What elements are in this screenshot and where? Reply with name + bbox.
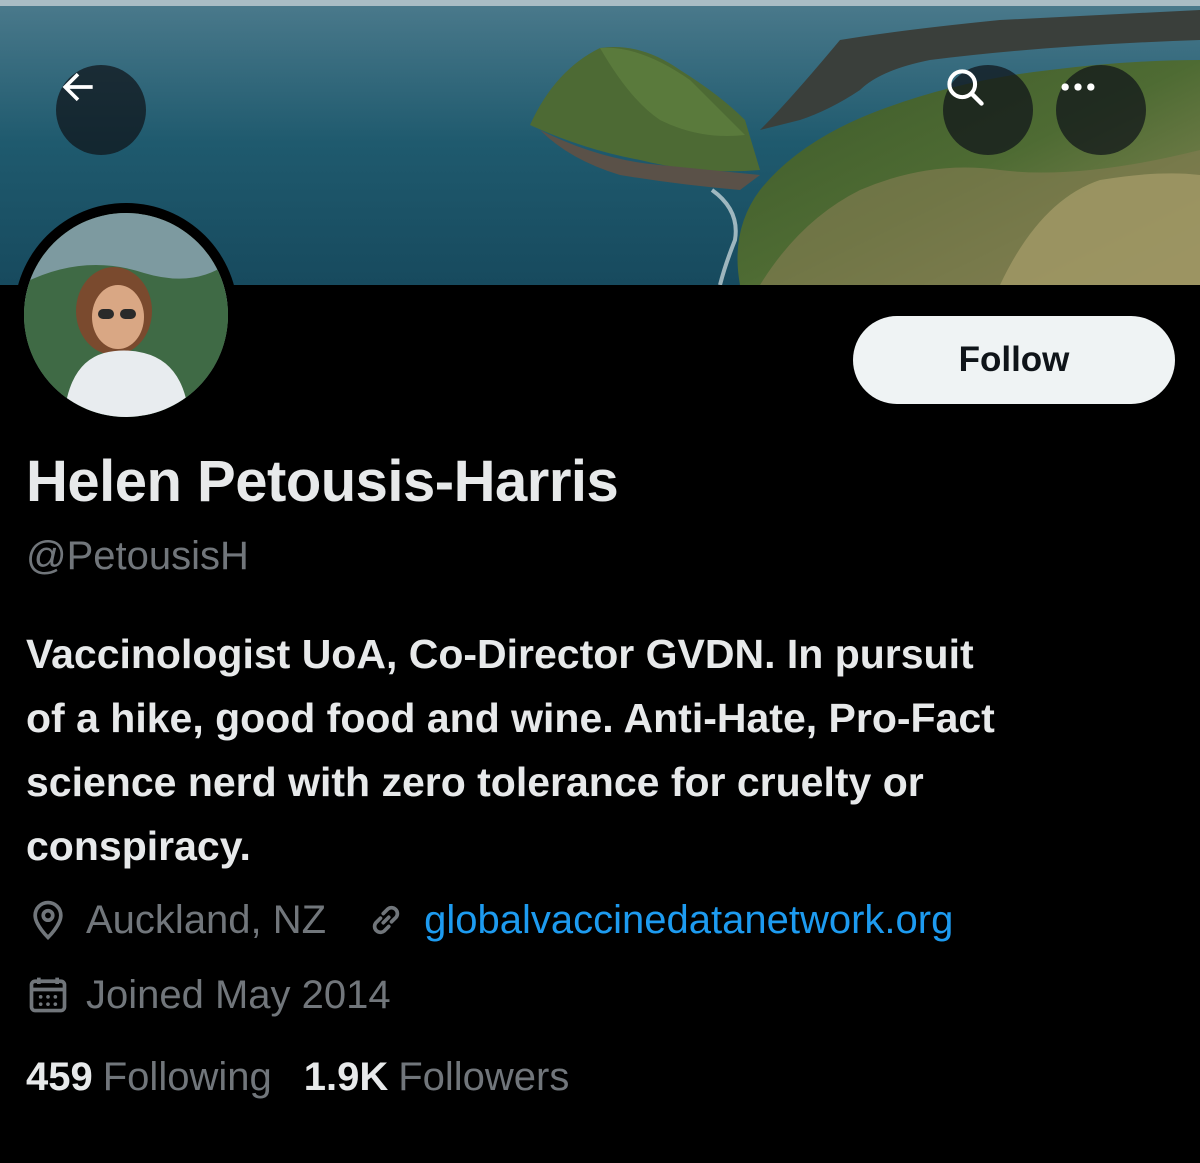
joined-date: Joined May 2014 xyxy=(86,972,391,1017)
following-count: 459 xyxy=(26,1055,93,1099)
display-name: Helen Petousis-Harris xyxy=(26,449,619,514)
bio-line: conspiracy. xyxy=(26,823,251,869)
avatar-ring[interactable] xyxy=(14,203,238,427)
profile-meta-row: Joined May 2014 xyxy=(26,970,391,1020)
more-button[interactable] xyxy=(1056,65,1146,155)
more-horizontal-icon xyxy=(1061,83,1095,91)
arrow-left-icon xyxy=(62,72,93,102)
bio-line: science nerd with zero tolerance for cru… xyxy=(26,759,924,805)
calendar-icon xyxy=(26,973,70,1017)
avatar-image xyxy=(24,213,228,417)
search-button[interactable] xyxy=(943,65,1033,155)
followers-count: 1.9K xyxy=(303,1055,389,1099)
followers-link[interactable]: 1.9K Followers xyxy=(304,1055,570,1100)
avatar[interactable] xyxy=(24,213,228,417)
follow-button[interactable]: Follow xyxy=(853,316,1175,404)
user-handle: @PetousisH xyxy=(26,534,249,578)
bio: Vaccinologist UoA, Co-Director GVDN. In … xyxy=(26,622,1186,878)
back-button[interactable] xyxy=(56,65,146,155)
bio-line: of a hike, good food and wine. Anti-Hate… xyxy=(26,695,995,741)
website-link[interactable]: globalvaccinedatanetwork.org xyxy=(424,898,953,943)
follow-stats: 459 Following 1.9K Followers xyxy=(26,1055,569,1100)
search-icon xyxy=(947,69,984,106)
link-icon xyxy=(364,898,408,942)
following-label: Following xyxy=(102,1055,272,1099)
followers-label: Followers xyxy=(398,1055,570,1099)
location-pin-icon xyxy=(26,898,70,942)
bio-line: Vaccinologist UoA, Co-Director GVDN. In … xyxy=(26,631,974,677)
profile-meta-row: Auckland, NZ globalvaccinedatanetwork.or… xyxy=(26,895,953,945)
location-text: Auckland, NZ xyxy=(86,897,327,942)
following-link[interactable]: 459 Following xyxy=(26,1055,272,1100)
